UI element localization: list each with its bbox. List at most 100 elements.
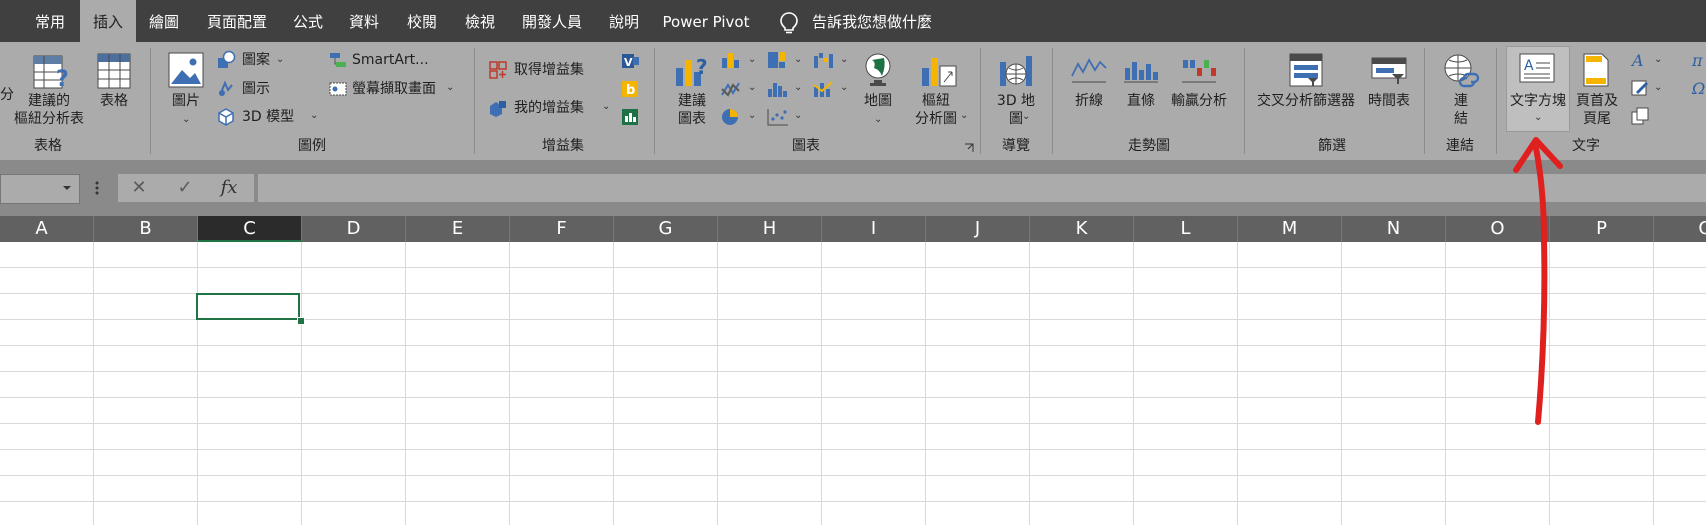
cube-3d-icon[interactable] — [216, 107, 236, 127]
hierarchy-chart-icon[interactable] — [766, 50, 792, 70]
chevron-down-icon[interactable]: ⌄ — [874, 115, 882, 125]
my-add-ins-button[interactable]: 我的增益集 — [514, 99, 584, 117]
chevron-down-icon[interactable]: ⌄ — [840, 55, 848, 65]
icons-icon[interactable] — [216, 79, 236, 99]
header-footer-icon[interactable] — [1582, 52, 1610, 88]
smartart-button[interactable]: SmartArt... — [352, 51, 429, 69]
column-header-g[interactable]: G — [614, 216, 718, 242]
fill-handle[interactable] — [297, 317, 305, 325]
slicer-icon[interactable] — [1288, 52, 1324, 88]
insert-function-icon[interactable]: fx — [214, 174, 244, 202]
tab-page-layout[interactable]: 頁面配置 — [204, 0, 270, 42]
column-header-q[interactable]: Q — [1654, 216, 1706, 242]
tab-formulas[interactable]: 公式 — [290, 0, 326, 42]
sparkline-win-loss-button[interactable]: 輸贏分析 — [1166, 92, 1232, 110]
store-grid-icon[interactable] — [488, 60, 508, 80]
column-header-n[interactable]: N — [1342, 216, 1446, 242]
chevron-down-icon[interactable]: ⌄ — [1022, 112, 1030, 122]
get-add-ins-button[interactable]: 取得增益集 — [514, 61, 584, 79]
3d-map-icon[interactable] — [998, 52, 1034, 88]
tab-review[interactable]: 校閱 — [404, 0, 440, 42]
chevron-down-icon[interactable]: ⌄ — [748, 83, 756, 93]
slicer-button[interactable]: 交叉分析篩選器 — [1252, 92, 1360, 110]
pictures-icon[interactable] — [168, 52, 204, 88]
cancel-icon[interactable]: ✕ — [124, 174, 154, 202]
column-header-j[interactable]: J — [926, 216, 1030, 242]
chevron-down-icon[interactable]: ⌄ — [602, 102, 610, 112]
tab-home[interactable]: 常用 — [32, 0, 68, 42]
3d-models-button[interactable]: 3D 模型 — [242, 108, 294, 126]
name-box-dropdown-icon[interactable] — [62, 184, 72, 192]
scatter-chart-icon[interactable] — [766, 107, 792, 127]
object-icon[interactable] — [1630, 106, 1650, 126]
column-header-d[interactable]: D — [302, 216, 406, 242]
chevron-down-icon[interactable]: ⌄ — [748, 55, 756, 65]
tab-data[interactable]: 資料 — [346, 0, 382, 42]
chevron-down-icon[interactable]: ⌄ — [446, 83, 454, 93]
drag-handle-icon[interactable] — [94, 180, 100, 196]
recommended-pivot-table-button[interactable]: 建議的 樞紐分析表 — [8, 92, 90, 128]
signature-line-icon[interactable] — [1630, 78, 1650, 98]
chevron-down-icon[interactable]: ⌄ — [310, 111, 318, 121]
pie-chart-icon[interactable] — [720, 107, 746, 127]
column-header-c[interactable]: C — [198, 216, 302, 242]
screenshot-button[interactable]: 螢幕擷取畫面 — [352, 80, 436, 98]
tab-view[interactable]: 檢視 — [462, 0, 498, 42]
chevron-down-icon[interactable]: ⌄ — [840, 83, 848, 93]
chevron-down-icon[interactable]: ⌄ — [748, 111, 756, 121]
icons-button[interactable]: 圖示 — [242, 80, 270, 98]
column-header-i[interactable]: I — [822, 216, 926, 242]
table-icon[interactable] — [96, 52, 132, 90]
pivot-chart-icon[interactable] — [920, 52, 958, 88]
table-button[interactable]: 表格 — [96, 92, 132, 110]
sparkline-column-icon[interactable] — [1122, 54, 1160, 84]
pictures-button[interactable]: 圖片 — [168, 92, 204, 110]
text-box-icon[interactable]: A — [1518, 52, 1556, 84]
chevron-down-icon[interactable]: ⌄ — [794, 83, 802, 93]
header-footer-button[interactable]: 頁首及 頁尾 — [1572, 92, 1622, 128]
recommended-charts-icon[interactable]: ? — [674, 52, 710, 90]
tab-insert[interactable]: 插入 — [80, 0, 136, 42]
lightbulb-icon[interactable] — [778, 11, 800, 35]
line-chart-icon[interactable] — [720, 79, 746, 99]
globe-map-icon[interactable] — [862, 52, 894, 88]
link-globe-icon[interactable] — [1442, 52, 1480, 88]
link-button[interactable]: 連 結 — [1444, 92, 1478, 128]
waterfall-chart-icon[interactable] — [812, 50, 838, 70]
recommended-pivot-table-icon[interactable]: ? — [32, 52, 70, 92]
pivot-chart-button[interactable]: 樞紐 分析圖 — [906, 92, 966, 128]
tell-me-search[interactable]: 告訴我您想做什麼 — [812, 0, 932, 42]
sparkline-line-button[interactable]: 折線 — [1066, 92, 1112, 110]
shapes-button[interactable]: 圖案 — [242, 51, 270, 69]
sparkline-line-icon[interactable] — [1070, 54, 1108, 84]
cell-grid[interactable] — [0, 242, 1706, 525]
chevron-down-icon[interactable]: ⌄ — [794, 55, 802, 65]
chevron-down-icon[interactable]: ⌄ — [960, 111, 968, 121]
screenshot-icon[interactable] — [328, 79, 348, 99]
column-header-l[interactable]: L — [1134, 216, 1238, 242]
people-graph-icon[interactable] — [620, 108, 640, 126]
timeline-button[interactable]: 時間表 — [1364, 92, 1414, 110]
equation-icon[interactable]: π — [1691, 50, 1706, 70]
chevron-down-icon[interactable]: ⌄ — [182, 115, 190, 125]
shapes-icon[interactable] — [216, 50, 236, 70]
chevron-down-icon[interactable]: ⌄ — [276, 55, 284, 65]
dialog-launcher-icon[interactable] — [964, 143, 974, 153]
chevron-down-icon[interactable]: ⌄ — [1654, 55, 1662, 65]
enter-icon[interactable]: ✓ — [170, 174, 200, 202]
chevron-down-icon[interactable]: ⌄ — [1534, 113, 1542, 123]
column-header-k[interactable]: K — [1030, 216, 1134, 242]
maps-button[interactable]: 地圖 — [858, 92, 898, 110]
timeline-icon[interactable] — [1370, 56, 1408, 86]
tab-power-pivot[interactable]: Power Pivot — [662, 0, 750, 42]
sparkline-column-button[interactable]: 直條 — [1118, 92, 1164, 110]
statistic-chart-icon[interactable] — [766, 79, 792, 99]
column-header-b[interactable]: B — [94, 216, 198, 242]
sparkline-win-loss-icon[interactable] — [1180, 54, 1218, 84]
3d-map-button[interactable]: 3D 地 圖 — [994, 92, 1038, 128]
smartart-icon[interactable] — [328, 51, 348, 69]
chevron-down-icon[interactable]: ⌄ — [794, 111, 802, 121]
chevron-down-icon[interactable]: ⌄ — [1654, 83, 1662, 93]
my-add-ins-icon[interactable] — [488, 98, 508, 118]
bing-maps-icon[interactable]: b — [620, 80, 640, 98]
